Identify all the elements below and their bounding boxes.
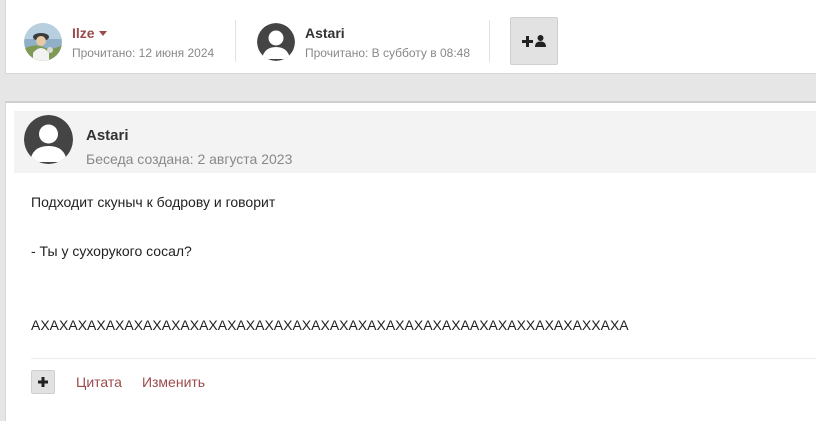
edit-link[interactable]: Изменить [142, 374, 205, 390]
plus-icon [38, 377, 48, 387]
post-header: Astari Беседа создана: 2 августа 2023 [14, 111, 816, 173]
avatar[interactable] [257, 23, 295, 61]
divider [31, 358, 816, 359]
plus-icon [522, 35, 533, 47]
quote-link[interactable]: Цитата [76, 374, 122, 390]
message-post: Astari Беседа создана: 2 августа 2023 По… [5, 101, 816, 421]
caret-down-icon[interactable] [98, 30, 107, 36]
participant-astari[interactable]: Astari Прочитано: В субботу в 08:48 [257, 20, 470, 64]
participants-panel: Ilze Прочитано: 12 июня 2024 Astari Проч… [5, 0, 816, 74]
message-line: АХАХАХАХАХАХАХАХАХАХАХАХАХАХАХАХАХАХАХАХ… [31, 317, 629, 333]
participant-ilze[interactable]: Ilze Прочитано: 12 июня 2024 [24, 20, 214, 64]
post-actions: Цитата Изменить [31, 369, 205, 395]
divider [489, 20, 490, 62]
add-participant-button[interactable] [510, 17, 558, 65]
participant-name[interactable]: Astari [305, 24, 470, 42]
post-created-date: Беседа создана: 2 августа 2023 [86, 151, 293, 167]
participant-read-status: Прочитано: 12 июня 2024 [72, 45, 215, 60]
multiquote-button[interactable] [31, 370, 55, 394]
message-line: Подходит скуныч к бодрову и говорит [31, 194, 276, 210]
user-icon [535, 35, 546, 47]
avatar[interactable] [24, 115, 73, 164]
post-author[interactable]: Astari [86, 127, 129, 144]
divider [235, 20, 236, 62]
avatar[interactable] [24, 23, 62, 61]
participant-name[interactable]: Ilze [72, 24, 214, 42]
participant-read-status: Прочитано: В субботу в 08:48 [305, 45, 470, 60]
message-line: - Ты у сухорукого сосал? [31, 243, 192, 259]
